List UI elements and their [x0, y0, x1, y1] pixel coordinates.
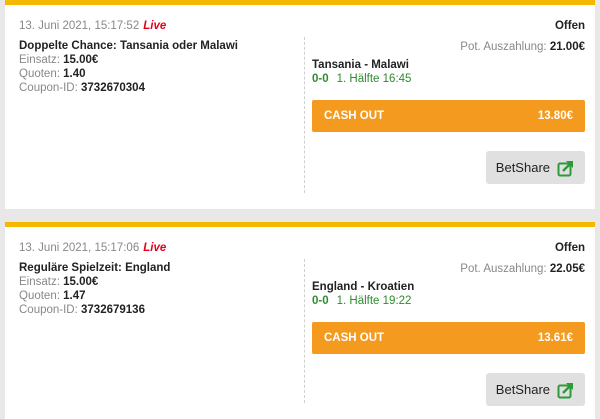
betshare-label: BetShare	[495, 160, 550, 175]
coupon-id-row: Coupon-ID: 3732670304	[19, 81, 299, 95]
stake-value: 15.00€	[63, 276, 99, 288]
coupon-actions: Offen Pot. Auszahlung: 22.05€ England - …	[312, 241, 585, 406]
coupon-details: 13. Juni 2021, 15:17:52 Live Doppelte Cha…	[19, 19, 299, 95]
payout-label: Pot. Auszahlung:	[460, 263, 547, 275]
betshare-container: BetShare	[312, 151, 585, 184]
divider	[304, 37, 305, 193]
cash-out-button[interactable]: CASH OUT 13.61€	[312, 322, 585, 354]
coupon-actions: Offen Pot. Auszahlung: 21.00€ Tansania -…	[312, 19, 585, 184]
coupon-id-value: 3732670304	[81, 82, 145, 94]
cash-out-value: 13.61€	[537, 332, 573, 344]
bet-title: Reguläre Spielzeit: England	[19, 262, 171, 274]
stake-row: Einsatz: 15.00€	[19, 275, 299, 289]
stake-label: Einsatz:	[19, 276, 60, 288]
score-row: 0-0 1. Hälfte 19:22	[312, 294, 585, 308]
coupon-date-line: 13. Juni 2021, 15:17:52 Live	[19, 19, 299, 33]
coupon-details: 13. Juni 2021, 15:17:06 Live Reguläre Spi…	[19, 241, 299, 317]
share-arrow-icon	[557, 381, 575, 399]
payout-value: 22.05€	[549, 263, 585, 275]
status-badge: Offen	[554, 242, 585, 254]
coupon-date-line: 13. Juni 2021, 15:17:06 Live	[19, 241, 299, 255]
payout-value: 21.00€	[549, 41, 585, 53]
odds-value: 1.40	[63, 68, 86, 80]
match-name: England - Kroatien	[312, 281, 415, 293]
cash-out-value: 13.80€	[537, 110, 573, 122]
live-badge: Live	[143, 242, 167, 254]
coupon-id-label: Coupon-ID:	[19, 304, 78, 316]
payout-row: Pot. Auszahlung: 22.05€	[312, 262, 585, 276]
odds-label: Quoten:	[19, 68, 60, 80]
match-name: Tansania - Malawi	[312, 59, 409, 71]
payout-label: Pot. Auszahlung:	[460, 41, 547, 53]
betshare-button[interactable]: BetShare	[485, 151, 585, 184]
coupon-date: 13. Juni 2021, 15:17:52	[19, 20, 140, 32]
betshare-label: BetShare	[495, 382, 550, 397]
odds-value: 1.47	[63, 290, 86, 302]
score-row: 0-0 1. Hälfte 16:45	[312, 72, 585, 86]
match-score: 0-0	[312, 295, 329, 307]
stake-label: Einsatz:	[19, 54, 60, 66]
bet-title: Doppelte Chance: Tansania oder Malawi	[19, 40, 238, 52]
payout-row: Pot. Auszahlung: 21.00€	[312, 40, 585, 54]
match-period: 1. Hälfte 16:45	[336, 73, 412, 85]
betshare-container: BetShare	[312, 373, 585, 406]
status-badge: Offen	[554, 20, 585, 32]
divider	[304, 259, 305, 403]
odds-label: Quoten:	[19, 290, 60, 302]
match-period: 1. Hälfte 19:22	[336, 295, 412, 307]
coupon-id-label: Coupon-ID:	[19, 82, 78, 94]
share-arrow-icon	[557, 159, 575, 177]
cash-out-label: CASH OUT	[324, 332, 385, 344]
coupon-id-value: 3732679136	[81, 304, 145, 316]
bet-coupon: 13. Juni 2021, 15:17:52 Live Doppelte Cha…	[5, 0, 595, 209]
stake-value: 15.00€	[63, 54, 99, 66]
odds-row: Quoten: 1.47	[19, 289, 299, 303]
betshare-button[interactable]: BetShare	[485, 373, 585, 406]
cash-out-label: CASH OUT	[324, 110, 385, 122]
stake-row: Einsatz: 15.00€	[19, 53, 299, 67]
bet-coupon: 13. Juni 2021, 15:17:06 Live Reguläre Spi…	[5, 222, 595, 419]
coupon-date: 13. Juni 2021, 15:17:06	[19, 242, 140, 254]
live-badge: Live	[143, 20, 167, 32]
odds-row: Quoten: 1.40	[19, 67, 299, 81]
coupon-id-row: Coupon-ID: 3732679136	[19, 303, 299, 317]
match-score: 0-0	[312, 73, 329, 85]
cash-out-button[interactable]: CASH OUT 13.80€	[312, 100, 585, 132]
